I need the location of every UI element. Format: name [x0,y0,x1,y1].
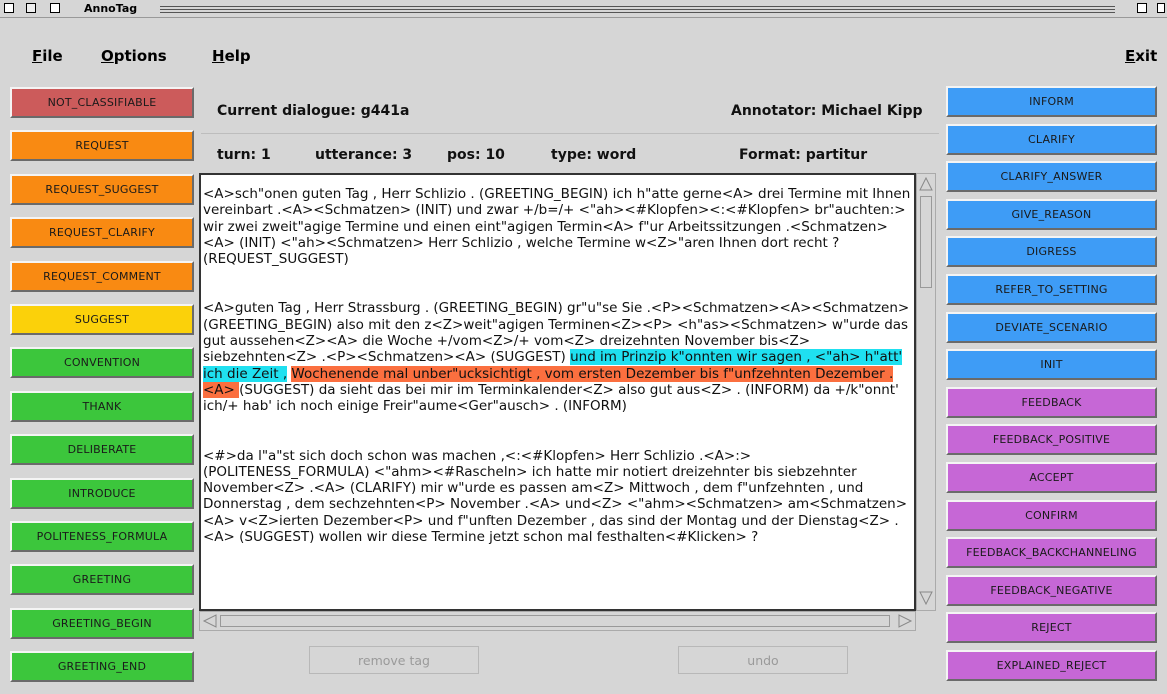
maximize-icon[interactable] [1137,3,1147,13]
tag-button-request-comment[interactable]: REQUEST_COMMENT [10,261,194,292]
tag-button-introduce[interactable]: INTRODUCE [10,478,194,509]
transcript-paragraph[interactable]: <A>sch"onen guten Tag , Herr Schlizio . … [203,186,911,267]
dialogue-header: Current dialogue: g441a Annotator: Micha… [201,88,939,134]
turn-label: turn: 1 [217,147,271,163]
tag-button-clarify-answer[interactable]: CLARIFY_ANSWER [946,161,1157,192]
position-header: turn: 1 utterance: 3 pos: 10 type: word … [201,136,939,172]
tag-button-greeting[interactable]: GREETING [10,564,194,595]
window-menu-icon[interactable] [4,3,14,13]
tag-button-greeting-end[interactable]: GREETING_END [10,651,194,682]
tag-button-request[interactable]: REQUEST [10,130,194,161]
menu-file[interactable]: File [32,47,63,65]
pos-label: pos: 10 [447,147,505,163]
help-icon[interactable] [26,3,36,13]
tag-button-deviate-scenario[interactable]: DEVIATE_SCENARIO [946,312,1157,343]
tag-button-suggest[interactable]: SUGGEST [10,304,194,335]
tag-button-accept[interactable]: ACCEPT [946,462,1157,493]
current-dialogue: Current dialogue: g441a [217,103,410,119]
annotator: Annotator: Michael Kipp [731,103,923,119]
utterance-label: utterance: 3 [315,147,413,163]
tag-button-feedback-negative[interactable]: FEEDBACK_NEGATIVE [946,575,1157,606]
menu-help[interactable]: Help [212,47,251,65]
tag-button-deliberate[interactable]: DELIBERATE [10,434,194,465]
tag-button-thank[interactable]: THANK [10,391,194,422]
menu-exit[interactable]: Exit [1125,47,1157,65]
transcript-text[interactable]: (SUGGEST) da sieht das bei mir im Termin… [203,382,899,414]
vertical-scroll-thumb[interactable] [920,196,932,288]
remove-tag-button[interactable]: remove tag [309,646,479,674]
menu-options[interactable]: Options [101,47,167,65]
transcript-area[interactable]: <A>sch"onen guten Tag , Herr Schlizio . … [199,173,916,611]
tag-button-clarify[interactable]: CLARIFY [946,124,1157,155]
window-title: AnnoTag [84,2,138,15]
inspect-icon[interactable] [50,3,60,13]
horizontal-scrollbar[interactable] [199,611,916,631]
minimize-icon[interactable] [1157,3,1165,13]
tag-button-explained-reject[interactable]: EXPLAINED_REJECT [946,650,1157,681]
tag-button-init[interactable]: INIT [946,349,1157,380]
vertical-scrollbar[interactable] [916,173,936,611]
undo-button[interactable]: undo [678,646,848,674]
tag-button-convention[interactable]: CONVENTION [10,347,194,378]
format-label: Format: partitur [739,147,868,163]
horizontal-scroll-thumb[interactable] [220,615,890,627]
tag-button-greeting-begin[interactable]: GREETING_BEGIN [10,608,194,639]
tag-button-feedback-backchanneling[interactable]: FEEDBACK_BACKCHANNELING [946,537,1157,568]
tag-button-reject[interactable]: REJECT [946,612,1157,643]
tag-button-refer-to-setting[interactable]: REFER_TO_SETTING [946,274,1157,305]
tag-button-inform[interactable]: INFORM [946,86,1157,117]
tag-button-feedback-positive[interactable]: FEEDBACK_POSITIVE [946,424,1157,455]
transcript-paragraph[interactable]: <#>da l"a"st sich doch schon was machen … [203,448,911,546]
menu-bar: File Options Help Exit [0,18,1167,84]
tag-button-give-reason[interactable]: GIVE_REASON [946,199,1157,230]
transcript-paragraph[interactable]: <A>guten Tag , Herr Strassburg . (GREETI… [203,300,911,414]
tag-button-not-classifiable[interactable]: NOT_CLASSIFIABLE [10,87,194,118]
title-drag-area[interactable] [160,4,1115,13]
type-label: type: word [551,147,637,163]
tag-button-digress[interactable]: DIGRESS [946,236,1157,267]
tag-button-confirm[interactable]: CONFIRM [946,500,1157,531]
tag-button-feedback[interactable]: FEEDBACK [946,387,1157,418]
tag-button-request-suggest[interactable]: REQUEST_SUGGEST [10,174,194,205]
tag-button-politeness-formula[interactable]: POLITENESS_FORMULA [10,521,194,552]
title-bar: AnnoTag [0,0,1167,18]
tag-button-request-clarify[interactable]: REQUEST_CLARIFY [10,217,194,248]
transcript-content[interactable]: <A>sch"onen guten Tag , Herr Schlizio . … [203,186,911,578]
